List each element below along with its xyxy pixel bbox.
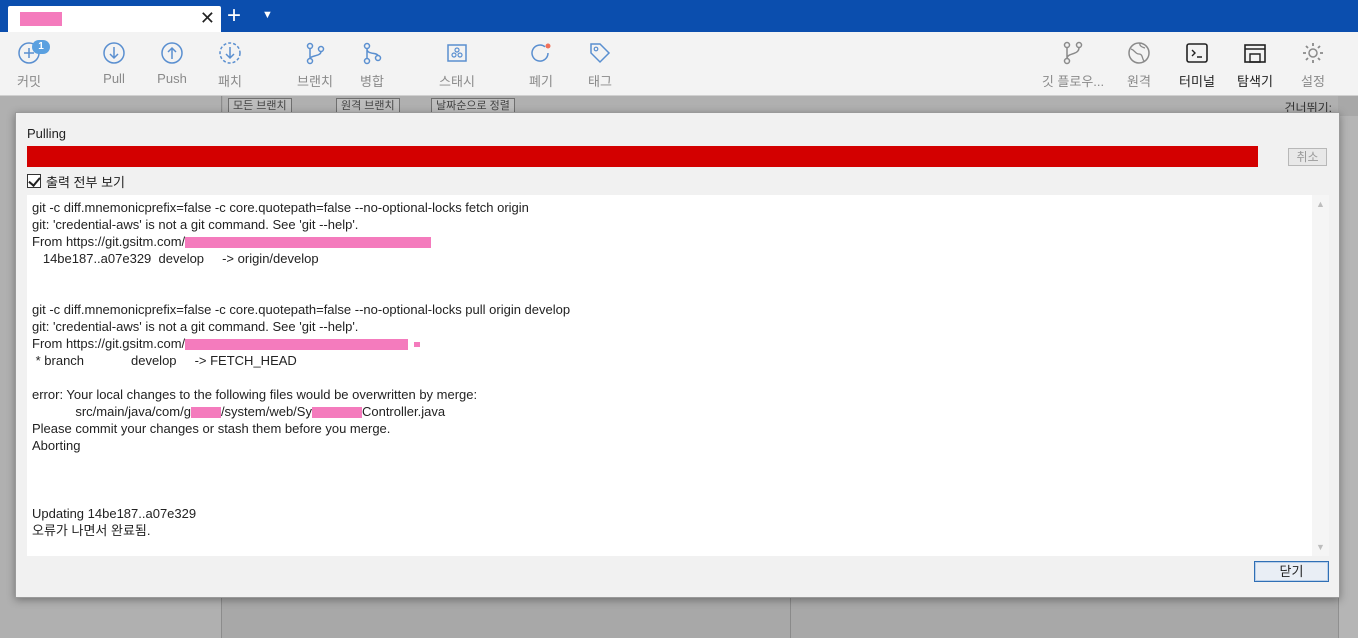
output-line: git -c diff.mnemonicprefix=false -c core… (32, 200, 529, 215)
output-line: 14be187..a07e329 develop -> origin/devel… (32, 251, 319, 266)
output-line: 오류가 나면서 완료됨. (32, 523, 151, 538)
output-scrollbar[interactable]: ▲ ▼ (1312, 195, 1329, 556)
globe-icon (1128, 42, 1150, 64)
progress-bar (27, 146, 1258, 167)
settings-button[interactable]: 설정 (1278, 40, 1348, 90)
gitflow-label: 깃 플로우... (1041, 74, 1105, 89)
merge-icon (363, 42, 382, 65)
settings-label: 설정 (1301, 74, 1325, 89)
title-tab-bar: ✕ + ▼ (0, 0, 1358, 32)
folder-icon (1244, 44, 1266, 63)
arrow-down-circle-icon (103, 42, 125, 64)
terminal-icon (1186, 43, 1208, 63)
show-full-output-label: 출력 전부 보기 (46, 174, 125, 190)
fetch-icon (219, 42, 241, 64)
redacted-url (185, 339, 409, 351)
stash-button[interactable]: 스태시 (422, 40, 492, 90)
merge-label: 병합 (360, 74, 384, 89)
gear-icon (1303, 43, 1323, 63)
history-scrollbar[interactable] (1338, 116, 1358, 638)
redacted-tab-title (20, 12, 62, 26)
redacted-path (190, 407, 221, 419)
output-path-end: Controller.java (361, 404, 446, 419)
pane-divider[interactable] (790, 596, 791, 638)
output-line: * branch develop -> FETCH_HEAD (32, 353, 297, 368)
stash-icon (447, 44, 467, 62)
plus-icon[interactable]: + (227, 3, 241, 29)
output-line: git: 'credential-aws' is not a git comma… (32, 217, 359, 232)
tag-button[interactable]: 태그 (565, 40, 635, 90)
commit-label: 커밋 (17, 74, 41, 89)
scroll-up-icon[interactable]: ▲ (1316, 199, 1325, 209)
dialog-title: Pulling (27, 126, 67, 141)
output-line-text: From https://git.gsitm.com/ (32, 234, 186, 249)
output-line: error: Your local changes to the followi… (32, 387, 478, 402)
gitflow-button[interactable]: 깃 플로우... (1038, 40, 1108, 90)
arrow-up-circle-icon (161, 42, 183, 64)
merge-button[interactable]: 병합 (337, 40, 407, 90)
gitflow-icon (1063, 41, 1083, 65)
redacted-path (311, 407, 362, 419)
fetch-button[interactable]: 패치 (195, 40, 265, 90)
output-line: src/main/java/com/g/system/web/Sy Control… (32, 403, 445, 420)
pulling-dialog: Pulling 취소 출력 전부 보기 git -c diff.mnemonic… (15, 112, 1340, 598)
commit-count-badge: 1 (32, 40, 50, 54)
output-line: Updating 14be187..a07e329 (32, 506, 197, 521)
output-line: From https://git.gsitm.com/ (32, 335, 421, 352)
checkbox-checked-icon[interactable] (27, 174, 41, 188)
tag-icon (590, 43, 611, 64)
discard-icon (531, 43, 551, 62)
output-line: git: 'credential-aws' is not a git comma… (32, 319, 359, 334)
redacted-mark (414, 342, 421, 348)
output-line-text: src/main/java/com/g (32, 404, 191, 419)
output-line: From https://git.gsitm.com/ (32, 233, 432, 250)
close-tab-icon[interactable]: ✕ (200, 8, 215, 28)
output-line-text: From https://git.gsitm.com/ (32, 336, 186, 351)
output-line: Aborting (32, 438, 81, 453)
chevron-down-icon[interactable]: ▼ (262, 9, 273, 21)
show-full-output-checkbox[interactable]: 출력 전부 보기 (27, 172, 125, 190)
cancel-button[interactable]: 취소 (1288, 148, 1327, 166)
tag-label: 태그 (588, 74, 612, 89)
stash-label: 스태시 (439, 74, 475, 89)
close-button[interactable]: 닫기 (1254, 561, 1329, 582)
output-line: git -c diff.mnemonicprefix=false -c core… (32, 302, 571, 317)
fetch-label: 패치 (218, 74, 242, 89)
command-output[interactable]: git -c diff.mnemonicprefix=false -c core… (27, 195, 1323, 556)
output-path-mid: /system/web/Sy (220, 404, 312, 419)
output-line: Please commit your changes or stash them… (32, 421, 391, 436)
main-toolbar: 1 커밋 Pull Push 패치 브랜치 병합 스태시 폐기 태그 깃 플로우… (0, 32, 1358, 96)
branch-icon (306, 42, 325, 65)
repository-tab[interactable]: ✕ (8, 6, 221, 32)
commit-button[interactable]: 1 커밋 (0, 40, 64, 90)
scroll-down-icon[interactable]: ▼ (1316, 542, 1325, 552)
redacted-url (185, 237, 432, 249)
